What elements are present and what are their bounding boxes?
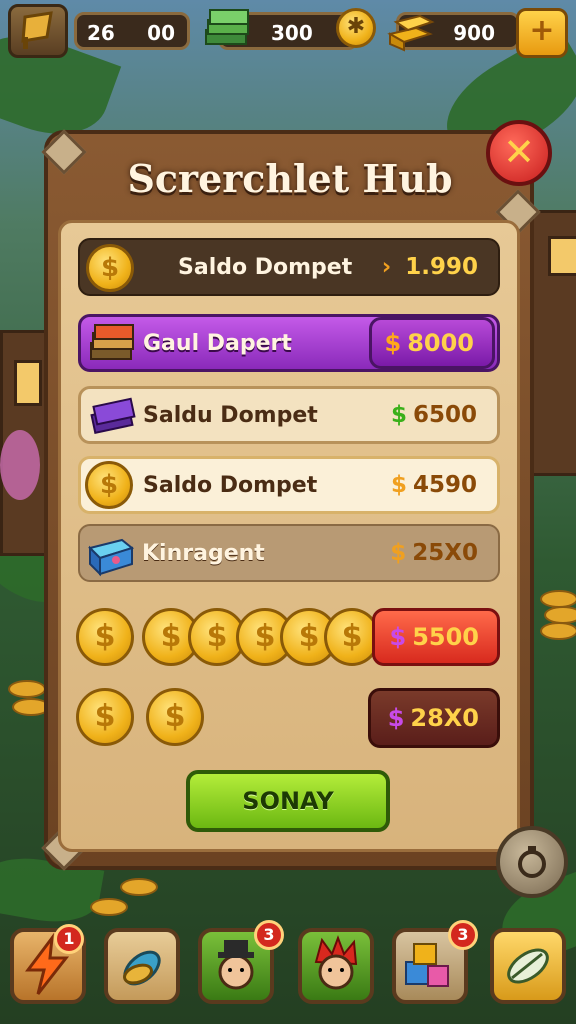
flag-icon: [21, 11, 53, 49]
coin-row-value-pill[interactable]: $ 5500: [372, 608, 500, 666]
notification-badge: 3: [448, 920, 478, 950]
wallet-row[interactable]: Saldu Dompet $ 6500: [78, 386, 500, 444]
row-label: Kinragent: [142, 540, 265, 566]
row-label: Gaul Dapert: [143, 330, 292, 356]
coin-plus-button[interactable]: ✱: [336, 8, 376, 48]
row-amount: 6500: [412, 402, 477, 428]
row-value: $ 6500: [391, 389, 477, 441]
row-amount: 4590: [412, 472, 477, 498]
row-value: › 1.990: [382, 240, 478, 294]
dock-button-leaf[interactable]: [104, 928, 180, 1004]
coin-row-value-pill[interactable]: $ 28X0: [368, 688, 500, 748]
row-amount: 25X0: [412, 540, 478, 566]
row-amount: 8000: [407, 329, 474, 357]
wallet-row[interactable]: $ Saldo Dompet $ 4590: [78, 456, 500, 514]
ring-icon: [518, 846, 546, 878]
row-value: $ 25X0: [390, 526, 478, 580]
leaf-icon: [507, 948, 549, 984]
notification-badge: 1: [54, 924, 84, 954]
stat-counter: 26 00: [74, 12, 190, 50]
stat-value-b: 00: [147, 21, 175, 45]
row-amount: 1.990: [405, 254, 478, 280]
row-prefix: ›: [381, 254, 392, 280]
row-prefix: $: [389, 623, 407, 651]
blue-gem-box-icon: [88, 538, 135, 577]
coin-icon: $: [85, 461, 133, 509]
row-value-pill: $ 8000: [369, 317, 495, 369]
row-amount: 28X0: [410, 704, 479, 732]
gold-value: 900: [453, 21, 495, 45]
row-label: Saldo Dompet: [143, 472, 318, 498]
gold-add-button[interactable]: +: [516, 8, 568, 58]
row-prefix: $: [384, 329, 402, 357]
close-button[interactable]: ✕: [486, 120, 552, 186]
notification-badge: 3: [254, 920, 284, 950]
row-value: $ 4590: [391, 459, 477, 511]
plus-icon: +: [529, 13, 555, 48]
side-ring-button[interactable]: [496, 826, 568, 898]
leaf-icon: [123, 950, 161, 986]
row-label: Saldu Dompet: [143, 402, 318, 428]
dock-button-character-redhair[interactable]: [298, 928, 374, 1004]
row-prefix: $: [390, 402, 407, 428]
close-icon: ✕: [503, 130, 535, 174]
flag-button[interactable]: [8, 4, 68, 58]
coin-icon: $: [76, 688, 134, 746]
wallet-row[interactable]: $ Saldo Dompet › 1.990: [78, 238, 500, 296]
cash-value: 300: [271, 21, 313, 45]
cash-bundle-icon: [90, 324, 134, 360]
row-prefix: $: [390, 472, 407, 498]
coin-row: $ $: [76, 688, 206, 752]
row-amount: 5500: [412, 623, 479, 651]
coin-plus-icon: ✱: [346, 14, 366, 39]
coin-icon: $: [146, 688, 204, 746]
wallet-row[interactable]: Kinragent $ 25X0: [78, 524, 500, 582]
row-prefix: $: [390, 540, 407, 566]
gold-bars-icon: [387, 14, 435, 52]
row-prefix: $: [387, 704, 405, 732]
cash-stack-icon: [205, 9, 249, 45]
coin-icon: $: [86, 244, 134, 292]
purple-cash-icon: [90, 397, 136, 434]
sonay-button[interactable]: SONAY: [186, 770, 390, 832]
row-label: Saldo Dompet: [178, 254, 353, 280]
dock-button-leaf-gold[interactable]: [490, 928, 566, 1004]
character-redhair-icon: [314, 935, 358, 990]
stat-value-a: 26: [87, 21, 115, 45]
coin-icon: $: [76, 608, 134, 666]
coin-row: $ $ $ $ $ $: [76, 606, 380, 670]
panel-title: Screrchlet Hub: [127, 156, 453, 201]
wallet-row[interactable]: Gaul Dapert $ 8000: [78, 314, 500, 372]
